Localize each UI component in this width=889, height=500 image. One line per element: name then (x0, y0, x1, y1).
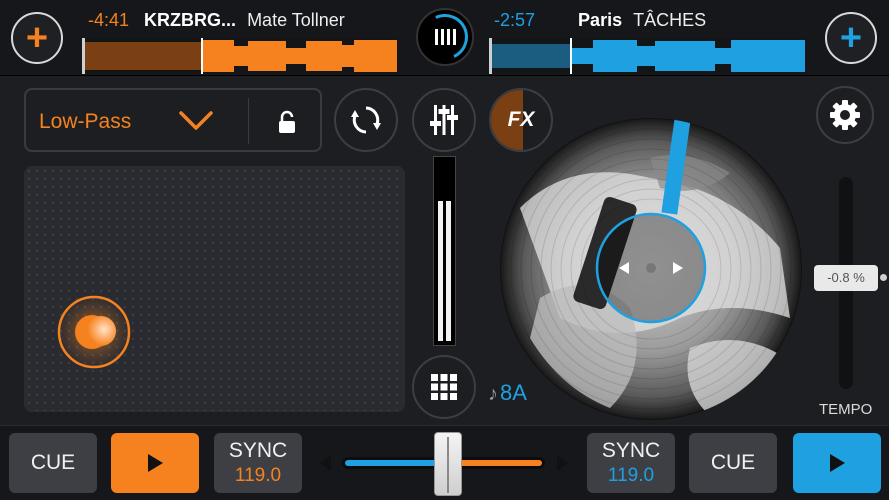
deck-a-remaining-time: -4:41 (88, 10, 130, 30)
crossfader-right-arrow-icon[interactable] (557, 455, 569, 471)
deck-b-waveform[interactable] (489, 38, 805, 74)
deck-b-track-info: -2:57 Paris TÂCHES (494, 10, 706, 31)
sync-loop-icon (351, 106, 381, 134)
settings-button[interactable] (816, 86, 874, 144)
loop-button[interactable] (334, 88, 398, 152)
divider (248, 98, 249, 144)
play-icon (147, 454, 163, 472)
filter-type-label: Low-Pass (39, 110, 132, 133)
deck-a-bpm: 119.0 (234, 465, 282, 486)
deck-b-remaining-time: -2:57 (494, 10, 536, 30)
lock-icon[interactable] (276, 110, 298, 134)
pads-grid-icon (431, 374, 457, 400)
tempo-label: TEMPO (819, 401, 873, 418)
plus-icon: + (839, 17, 863, 59)
fx-button[interactable]: FX (489, 88, 553, 152)
cross-dj-logo-button[interactable] (415, 7, 475, 67)
deck-b-key: ♪8A (488, 380, 527, 406)
crossfader-handle[interactable] (434, 432, 462, 496)
mixer-button[interactable] (412, 88, 476, 152)
deck-a-level-meter (433, 156, 456, 346)
filter-selector[interactable]: Low-Pass (24, 88, 322, 152)
music-note-icon: ♪ (488, 383, 498, 405)
deck-b-sync-button[interactable]: SYNC 119.0 (587, 433, 675, 493)
plus-icon: + (25, 17, 49, 59)
tempo-reset-dot[interactable] (880, 274, 887, 281)
deck-a-sync-button[interactable]: SYNC 119.0 (214, 433, 302, 493)
xy-pad-handle[interactable] (56, 294, 132, 370)
deck-b-key-value: 8A (500, 380, 527, 405)
deck-a-play-button[interactable] (111, 433, 199, 493)
top-bar: + -4:41 KRZBRG... Mate Tollner -2:57 Par… (0, 0, 889, 76)
vinyl-artwork (501, 118, 801, 419)
deck-a-title: Mate Tollner (247, 10, 345, 30)
cue-label: CUE (710, 451, 756, 474)
tempo-slider-handle[interactable]: -0.8 % (814, 265, 878, 291)
deck-b-artist: Paris (578, 10, 623, 30)
play-icon (829, 454, 845, 472)
cue-label: CUE (30, 451, 76, 474)
mixer-sliders-icon (430, 105, 458, 135)
pads-button[interactable] (412, 355, 476, 419)
fx-label: FX (507, 108, 535, 131)
deck-a-waveform[interactable] (82, 38, 397, 74)
deck-a-artist: KRZBRG... (144, 10, 237, 30)
deck-b-title: TÂCHES (633, 10, 707, 30)
deck-b-bpm: 119.0 (607, 465, 655, 486)
deck-b-jog-wheel[interactable] (500, 118, 802, 420)
add-track-deck-a-button[interactable]: + (11, 12, 63, 64)
add-track-deck-b-button[interactable]: + (825, 12, 877, 64)
fx-xy-pad[interactable] (24, 166, 405, 412)
crossfader-left-arrow-icon[interactable] (319, 455, 331, 471)
deck-a-cue-button[interactable]: CUE (9, 433, 97, 493)
sync-label: SYNC (601, 439, 661, 462)
chevron-down-icon[interactable] (178, 108, 214, 132)
deck-b-play-button[interactable] (793, 433, 881, 493)
deck-a-track-info: -4:41 KRZBRG... Mate Tollner (88, 10, 345, 31)
sync-label: SYNC (228, 439, 288, 462)
gear-icon (830, 100, 860, 130)
deck-b-cue-button[interactable]: CUE (689, 433, 777, 493)
